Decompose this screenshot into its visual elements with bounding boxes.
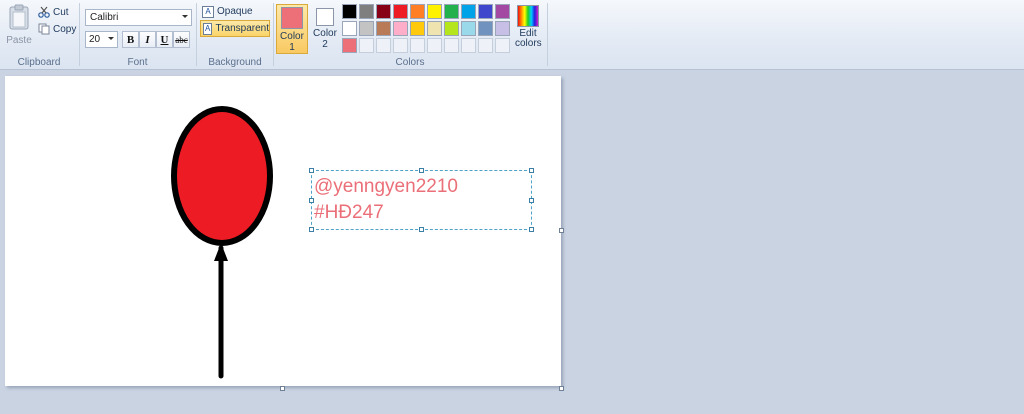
color2-label-line1: Color xyxy=(313,28,337,39)
drawing-canvas[interactable] xyxy=(5,76,561,386)
palette-swatch[interactable] xyxy=(461,21,476,36)
ribbon: Paste Cut Copy Clipboard Font Calibri 20… xyxy=(0,0,1024,70)
palette-swatch[interactable] xyxy=(342,38,357,53)
palette-swatch[interactable] xyxy=(478,4,493,19)
palette-swatch[interactable] xyxy=(410,38,425,53)
color2-label-line2: 2 xyxy=(322,39,328,50)
bold-button[interactable]: B xyxy=(122,31,139,48)
opaque-option[interactable]: A Opaque xyxy=(200,3,270,20)
underline-button[interactable]: U xyxy=(156,31,173,48)
copy-icon xyxy=(38,23,50,35)
group-divider xyxy=(547,3,548,66)
background-group-label: Background xyxy=(208,57,262,68)
palette-swatch[interactable] xyxy=(495,38,510,53)
palette-swatch[interactable] xyxy=(495,21,510,36)
palette-swatch[interactable] xyxy=(478,38,493,53)
text-box-handle-left[interactable] xyxy=(309,198,314,203)
palette-swatch[interactable] xyxy=(427,38,442,53)
text-box-content[interactable]: @yenngyen2210 #HĐ247 xyxy=(314,174,458,226)
clipboard-group: Paste Cut Copy Clipboard xyxy=(0,0,78,70)
palette-swatch[interactable] xyxy=(376,4,391,19)
text-box-handle-top-left[interactable] xyxy=(309,168,314,173)
color1-label-line2: 1 xyxy=(289,42,295,53)
palette-swatch[interactable] xyxy=(359,38,374,53)
font-group-label: Font xyxy=(127,57,148,68)
chevron-down-icon xyxy=(182,15,188,18)
font-family-value: Calibri xyxy=(90,12,119,23)
palette-swatch[interactable] xyxy=(410,4,425,19)
edit-colors-label-line2: colors xyxy=(515,38,542,49)
palette-swatch[interactable] xyxy=(444,4,459,19)
palette-swatch[interactable] xyxy=(393,4,408,19)
text-box-handle-right[interactable] xyxy=(529,198,534,203)
italic-button[interactable]: I xyxy=(139,31,156,48)
canvas-resize-handle-bottom[interactable] xyxy=(280,386,285,391)
text-box-handle-bottom-right[interactable] xyxy=(529,227,534,232)
text-box-handle-top[interactable] xyxy=(419,168,424,173)
palette-swatch[interactable] xyxy=(393,38,408,53)
balloon-body xyxy=(171,106,273,246)
palette-swatch[interactable] xyxy=(359,4,374,19)
transparent-label: Transparent xyxy=(215,23,269,34)
copy-label: Copy xyxy=(53,23,77,35)
edit-colors-button[interactable]: Edit colors xyxy=(515,5,542,49)
palette-swatch[interactable] xyxy=(495,4,510,19)
color1-label-line1: Color xyxy=(280,31,304,42)
paste-label: Paste xyxy=(6,35,32,46)
palette-swatch[interactable] xyxy=(410,21,425,36)
palette-swatch[interactable] xyxy=(359,21,374,36)
strikethrough-label: abc xyxy=(175,34,188,45)
bold-label: B xyxy=(126,33,135,46)
opaque-icon: A xyxy=(202,5,214,18)
palette-swatch[interactable] xyxy=(427,4,442,19)
palette-swatch[interactable] xyxy=(342,21,357,36)
palette-swatch[interactable] xyxy=(393,21,408,36)
color1-swatch xyxy=(281,7,303,29)
palette-swatch[interactable] xyxy=(461,4,476,19)
strikethrough-button[interactable]: abc xyxy=(173,31,190,48)
paste-icon xyxy=(9,4,29,30)
scissors-icon xyxy=(38,6,50,18)
text-box-handle-bottom[interactable] xyxy=(419,227,424,232)
underline-label: U xyxy=(160,33,169,46)
chevron-down-icon xyxy=(108,37,114,40)
copy-button[interactable]: Copy xyxy=(38,22,76,36)
text-box[interactable]: @yenngyen2210 #HĐ247 xyxy=(309,168,534,232)
color2-button[interactable]: Color 2 xyxy=(309,4,341,54)
cut-label: Cut xyxy=(53,6,69,18)
palette-swatch[interactable] xyxy=(376,21,391,36)
palette-swatch[interactable] xyxy=(478,21,493,36)
text-box-handle-top-right[interactable] xyxy=(529,168,534,173)
font-size-value: 20 xyxy=(89,34,101,45)
palette-swatch[interactable] xyxy=(444,21,459,36)
canvas-resize-handle-corner[interactable] xyxy=(559,386,564,391)
paste-button[interactable]: Paste xyxy=(4,4,34,46)
palette-swatch[interactable] xyxy=(342,4,357,19)
palette-swatch[interactable] xyxy=(427,21,442,36)
text-line-2: #HĐ247 xyxy=(314,202,384,223)
balloon-drawing xyxy=(171,106,273,379)
text-line-1: @yenngyen2210 xyxy=(314,176,458,197)
opaque-label: Opaque xyxy=(217,6,253,17)
italic-label: I xyxy=(145,33,150,46)
colors-group-label: Colors xyxy=(395,57,425,68)
palette-swatch[interactable] xyxy=(461,38,476,53)
transparent-icon: A xyxy=(203,22,213,35)
cut-button[interactable]: Cut xyxy=(38,5,69,19)
canvas-resize-handle-right[interactable] xyxy=(559,228,564,233)
text-box-handle-bottom-left[interactable] xyxy=(309,227,314,232)
color1-button[interactable]: Color 1 xyxy=(276,4,308,54)
color-spectrum-icon xyxy=(517,5,539,27)
palette-swatch[interactable] xyxy=(376,38,391,53)
palette-swatch[interactable] xyxy=(444,38,459,53)
font-family-select[interactable]: Calibri xyxy=(85,9,192,26)
clipboard-group-label: Clipboard xyxy=(17,57,61,68)
color2-swatch xyxy=(316,8,334,26)
transparent-option[interactable]: A Transparent xyxy=(200,20,270,37)
font-size-select[interactable]: 20 xyxy=(85,31,118,48)
